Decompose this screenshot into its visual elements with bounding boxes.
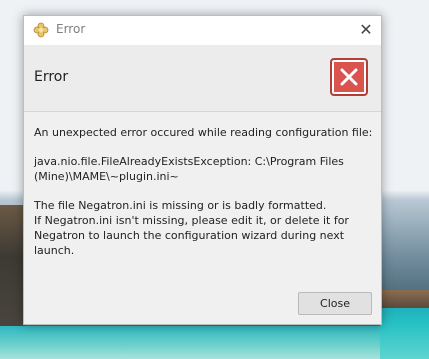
background-sea-right	[380, 300, 429, 359]
flower-icon	[33, 22, 49, 38]
header-title: Error	[34, 69, 69, 85]
close-button[interactable]: Close	[298, 292, 372, 315]
message-body: An unexpected error occured while readin…	[34, 125, 374, 272]
close-icon[interactable]: ✕	[354, 19, 378, 41]
error-x-icon	[330, 58, 368, 96]
message-intro: An unexpected error occured while readin…	[34, 126, 373, 139]
window-title: Error	[56, 22, 86, 36]
title-bar[interactable]: Error ✕	[24, 16, 381, 45]
message-detail-1: The file Negatron.ini is missing or is b…	[34, 199, 327, 212]
error-dialog: Error ✕ Error An unexpected error occure…	[23, 15, 382, 325]
exception-text: java.nio.file.FileAlreadyExistsException…	[34, 155, 344, 183]
background-sea	[0, 326, 429, 359]
message-detail-2: If Negatron.ini isn't missing, please ed…	[34, 214, 349, 257]
dialog-header: Error	[24, 45, 381, 112]
background-dock	[382, 290, 429, 308]
background-hut	[0, 205, 25, 335]
